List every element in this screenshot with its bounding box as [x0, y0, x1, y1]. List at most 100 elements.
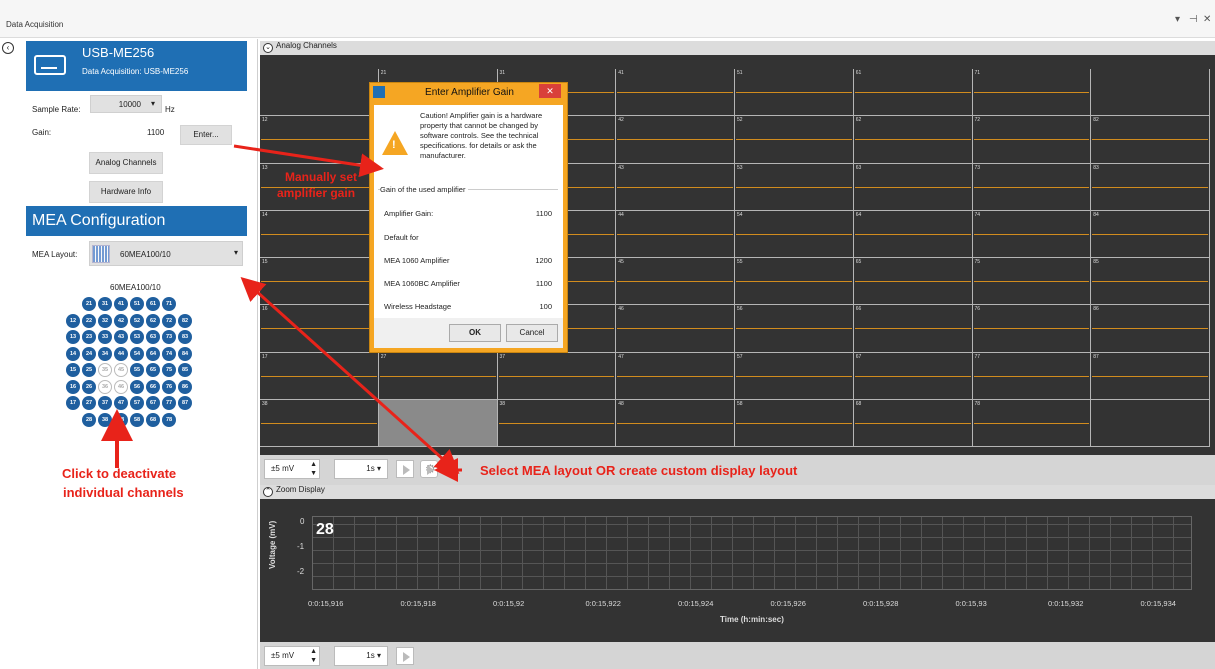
channel-cell[interactable]: 64	[853, 210, 973, 258]
electrode-64[interactable]: 64	[146, 346, 160, 361]
electrode-37[interactable]: 37	[98, 396, 112, 410]
electrode-26[interactable]: 26	[82, 379, 96, 394]
electrode-78[interactable]: 78	[162, 412, 176, 427]
channel-cell[interactable]: 16	[260, 305, 379, 353]
channel-cell[interactable]: 67	[853, 352, 973, 400]
pin-icon[interactable]: ⊣	[1189, 14, 1198, 25]
electrode-12[interactable]: 12	[66, 313, 80, 328]
electrode-15[interactable]: 15	[66, 363, 80, 377]
electrode-51[interactable]: 51	[130, 297, 144, 311]
ok-button[interactable]: OK	[449, 324, 501, 342]
channel-cell[interactable]: 66	[853, 305, 973, 353]
electrode-73[interactable]: 73	[162, 330, 176, 344]
dialog-close-icon[interactable]: ✕	[539, 84, 561, 98]
channel-cell[interactable]	[1091, 69, 1210, 117]
channel-cell[interactable]: 84	[1091, 210, 1210, 258]
zoom-voltage-scale-select[interactable]: ±5 mV ▲ ▼	[264, 646, 320, 666]
electrode-84[interactable]: 84	[178, 346, 192, 361]
channel-cell[interactable]: 46	[616, 305, 735, 353]
channel-cell[interactable]: 68	[853, 399, 973, 447]
channel-cell[interactable]: 78	[972, 399, 1092, 447]
electrode-55[interactable]: 55	[130, 363, 144, 377]
electrode-86[interactable]: 86	[178, 379, 192, 394]
spin-arrows-icon[interactable]: ▲ ▼	[310, 647, 317, 665]
electrode-13[interactable]: 13	[66, 330, 80, 344]
electrode-27[interactable]: 27	[82, 396, 96, 410]
channel-cell[interactable]: 76	[972, 305, 1092, 353]
channel-cell[interactable]: 77	[972, 352, 1092, 400]
channel-cell[interactable]: 12	[260, 116, 379, 164]
channel-cell[interactable]: 45	[616, 258, 735, 306]
channel-cell[interactable]: 48	[616, 399, 735, 447]
electrode-38[interactable]: 38	[98, 412, 112, 427]
channel-cell[interactable]: 38	[260, 399, 379, 447]
channel-cell[interactable]: 83	[1091, 163, 1210, 211]
electrode-67[interactable]: 67	[146, 396, 160, 410]
electrode-21[interactable]: 21	[82, 297, 96, 311]
channel-cell[interactable]: 14	[260, 210, 379, 258]
channel-cell[interactable]: 87	[1091, 352, 1210, 400]
electrode-61[interactable]: 61	[146, 297, 160, 311]
channel-cell[interactable]: 55	[735, 258, 854, 306]
electrode-58[interactable]: 58	[130, 412, 144, 427]
electrode-25[interactable]: 25	[82, 363, 96, 377]
channel-cell[interactable]: 72	[972, 116, 1092, 164]
channel-cell[interactable]: 57	[735, 352, 854, 400]
channel-cell[interactable]: 51	[735, 69, 854, 117]
electrode-34[interactable]: 34	[98, 346, 112, 361]
close-icon[interactable]: ✕	[1203, 14, 1211, 25]
channel-cell[interactable]: 41	[616, 69, 735, 117]
channel-cell[interactable]: 63	[853, 163, 973, 211]
channel-cell[interactable]: 43	[616, 163, 735, 211]
electrode-65[interactable]: 65	[146, 363, 160, 377]
voltage-scale-select[interactable]: ±5 mV ▲ ▼	[264, 459, 320, 479]
channel-cell[interactable]: 86	[1091, 305, 1210, 353]
channel-cell[interactable]: 73	[972, 163, 1092, 211]
play-icon[interactable]	[396, 460, 414, 478]
channel-cell[interactable]: 38	[497, 399, 617, 447]
channel-cell[interactable]: 82	[1091, 116, 1210, 164]
electrode-74[interactable]: 74	[162, 346, 176, 361]
electrode-87[interactable]: 87	[178, 396, 192, 410]
electrode-35[interactable]: 35	[98, 363, 112, 377]
electrode-62[interactable]: 62	[146, 313, 160, 328]
electrode-72[interactable]: 72	[162, 313, 176, 328]
channel-cell[interactable]: 37	[497, 352, 617, 400]
spin-arrows-icon[interactable]: ▲ ▼	[310, 460, 317, 478]
channel-cell[interactable]	[378, 399, 498, 447]
electrode-46[interactable]: 46	[114, 379, 128, 394]
electrode-24[interactable]: 24	[82, 346, 96, 361]
electrode-41[interactable]: 41	[114, 297, 128, 311]
electrode-31[interactable]: 31	[98, 297, 112, 311]
settings-gear-icon[interactable]: ⚙	[420, 460, 438, 478]
channel-cell[interactable]: 56	[735, 305, 854, 353]
electrode-63[interactable]: 63	[146, 330, 160, 344]
electrode-48[interactable]: 48	[114, 412, 128, 427]
play-icon[interactable]	[396, 647, 414, 665]
channel-cell[interactable]	[1091, 399, 1210, 447]
electrode-75[interactable]: 75	[162, 363, 176, 377]
electrode-43[interactable]: 43	[114, 330, 128, 344]
cancel-button[interactable]: Cancel	[506, 324, 558, 342]
channel-cell[interactable]: 61	[853, 69, 973, 117]
electrode-22[interactable]: 22	[82, 313, 96, 328]
channel-cell[interactable]: 15	[260, 258, 379, 306]
channel-cell[interactable]: 53	[735, 163, 854, 211]
electrode-33[interactable]: 33	[98, 330, 112, 344]
channel-cell[interactable]: 54	[735, 210, 854, 258]
electrode-17[interactable]: 17	[66, 396, 80, 410]
electrode-45[interactable]: 45	[114, 363, 128, 377]
electrode-71[interactable]: 71	[162, 297, 176, 311]
electrode-14[interactable]: 14	[66, 346, 80, 361]
channel-cell[interactable]: 62	[853, 116, 973, 164]
expand-section-icon[interactable]: ⌃	[263, 487, 273, 497]
electrode-42[interactable]: 42	[114, 313, 128, 328]
electrode-68[interactable]: 68	[146, 412, 160, 427]
electrode-36[interactable]: 36	[98, 379, 112, 394]
channel-cell[interactable]: 42	[616, 116, 735, 164]
electrode-16[interactable]: 16	[66, 379, 80, 394]
electrode-82[interactable]: 82	[178, 313, 192, 328]
electrode-53[interactable]: 53	[130, 330, 144, 344]
channel-cell[interactable]: 85	[1091, 258, 1210, 306]
channel-cell[interactable]: 52	[735, 116, 854, 164]
